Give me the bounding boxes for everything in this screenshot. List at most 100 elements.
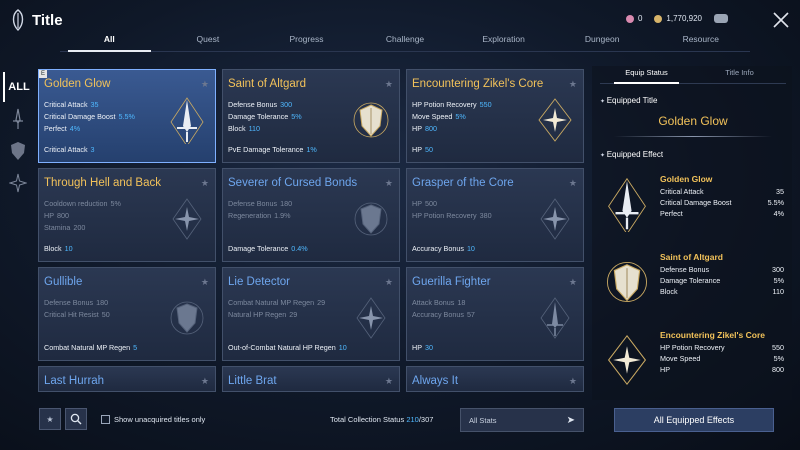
title-card-name: Saint of Altgard: [228, 78, 306, 90]
card-bonus-label: Combat Natural MP Regen: [44, 343, 131, 352]
favorite-star-icon[interactable]: ★: [385, 79, 393, 90]
tab-title-info[interactable]: Title Info: [693, 68, 786, 83]
effect-stat-value: 5%: [773, 354, 784, 363]
card-stat-value: 5%: [455, 112, 466, 121]
effect-stat-value: 110: [772, 287, 784, 296]
card-bonus-label: Block: [44, 244, 62, 253]
tab-exploration[interactable]: Exploration: [454, 30, 553, 51]
equipped-effect-row: Critical Attack 35: [660, 187, 784, 196]
filter-rail: ALL: [0, 66, 34, 206]
title-card[interactable]: Lie Detector ★ Combat Natural MP Regen 29 Na…: [222, 267, 400, 361]
tab-all[interactable]: All: [60, 30, 159, 52]
all-equipped-effects-button[interactable]: All Equipped Effects: [614, 408, 774, 432]
favorite-star-icon[interactable]: ★: [201, 178, 209, 189]
favorite-star-icon[interactable]: ★: [569, 376, 577, 387]
card-stat-label: Damage Tolerance: [228, 112, 289, 121]
card-bonus-value: 0.4%: [291, 244, 308, 253]
title-card[interactable]: Encountering Zikel's Core ★ HP Potion Reco…: [406, 69, 584, 163]
card-stat: Damage Tolerance 5%: [228, 112, 302, 121]
card-bonus-label: HP: [412, 145, 422, 154]
card-bonus-value: 10: [338, 343, 347, 352]
card-stat-label: HP: [44, 211, 54, 220]
close-icon[interactable]: [771, 10, 791, 30]
card-bonus-value: 10: [466, 244, 475, 253]
title-card[interactable]: Severer of Cursed Bonds ★ Defense Bonus 180…: [222, 168, 400, 262]
title-card[interactable]: Grasper of the Core ★ HP 500 HP Potion Recov…: [406, 168, 584, 262]
favorite-star-icon[interactable]: ★: [201, 277, 209, 288]
title-card[interactable]: Last Hurrah ★: [38, 366, 216, 392]
star-burst-icon: [9, 173, 27, 193]
rail-sword-filter[interactable]: [3, 104, 33, 134]
tab-equip-status[interactable]: Equip Status: [600, 68, 693, 84]
card-stat-value: 50: [101, 310, 110, 319]
card-bonus-value: 50: [425, 145, 433, 154]
title-card-name: Grasper of the Core: [412, 177, 514, 189]
card-stat-value: 300: [280, 100, 293, 109]
card-stat-value: 5%: [291, 112, 302, 121]
inventory-icon[interactable]: [714, 14, 728, 23]
favorite-filter-button[interactable]: ★: [39, 408, 61, 430]
card-stat: Regeneration 1.9%: [228, 211, 291, 220]
search-button[interactable]: [65, 408, 87, 430]
tab-resource[interactable]: Resource: [651, 30, 750, 51]
equipped-effect-block: Golden Glow Critical Attack 35 Critical Dam…: [600, 174, 790, 254]
card-stat-value: 4%: [69, 124, 81, 133]
tab-challenge[interactable]: Challenge: [356, 30, 455, 51]
card-stat-value: 5.5%: [118, 112, 135, 121]
rail-all[interactable]: ALL: [3, 72, 33, 102]
tab-quest[interactable]: Quest: [159, 30, 258, 51]
card-bonus-stat: HP 50: [412, 145, 433, 154]
title-card[interactable]: Saint of Altgard ★ Defense Bonus 300 Damage …: [222, 69, 400, 163]
card-stat: HP Potion Recovery 380: [412, 211, 492, 220]
title-card-name: Encountering Zikel's Core: [412, 78, 544, 90]
favorite-star-icon[interactable]: ★: [201, 79, 209, 90]
card-stat-label: Critical Damage Boost: [44, 112, 116, 121]
card-stat: Attack Bonus 18: [412, 298, 465, 307]
favorite-star-icon[interactable]: ★: [569, 178, 577, 189]
collection-status: Total Collection Status 210/307: [330, 415, 433, 424]
title-card-name: Severer of Cursed Bonds: [228, 177, 358, 189]
card-bonus-value: 1%: [306, 145, 317, 154]
card-stat-label: HP Potion Recovery: [412, 100, 477, 109]
card-stat: Accuracy Bonus 57: [412, 310, 475, 319]
title-card[interactable]: Little Brat ★: [222, 366, 400, 392]
card-stat: Defense Bonus 180: [228, 199, 292, 208]
stats-dropdown[interactable]: All Stats ➤: [460, 408, 584, 432]
favorite-star-icon[interactable]: ★: [385, 376, 393, 387]
favorite-star-icon[interactable]: ★: [385, 178, 393, 189]
rail-star-filter[interactable]: [3, 168, 33, 198]
title-card[interactable]: Always It ★: [406, 366, 584, 392]
title-card[interactable]: Guerilla Fighter ★ Attack Bonus 18 Accuracy …: [406, 267, 584, 361]
card-stat: Defense Bonus 180: [44, 298, 108, 307]
card-stat-label: Defense Bonus: [44, 298, 94, 307]
title-card[interactable]: Through Hell and Back ★ Cooldown reduction…: [38, 168, 216, 262]
chevron-right-icon: ➤: [566, 414, 575, 426]
favorite-star-icon[interactable]: ★: [569, 277, 577, 288]
equipped-effect-name: Saint of Altgard: [660, 252, 723, 262]
title-card[interactable]: E Golden Glow ★ Critical Attack 35 Critical D…: [38, 69, 216, 163]
title-card-name: Little Brat: [228, 375, 277, 387]
favorite-star-icon[interactable]: ★: [385, 277, 393, 288]
card-stat: Move Speed 5%: [412, 112, 466, 121]
card-stat: Defense Bonus 300: [228, 100, 292, 109]
title-card-name: Lie Detector: [228, 276, 291, 288]
card-stat-label: Natural HP Regen: [228, 310, 287, 319]
card-stat: Critical Damage Boost 5.5%: [44, 112, 135, 121]
equipped-effect-name: Encountering Zikel's Core: [660, 330, 765, 340]
title-card[interactable]: Gullible ★ Defense Bonus 180 Critical Hit Re…: [38, 267, 216, 361]
effect-stat-label: Block: [660, 287, 678, 296]
rail-shield-filter[interactable]: [3, 136, 33, 166]
gem-icon: [625, 14, 634, 23]
sword-emblem-icon: [608, 177, 646, 232]
favorite-star-icon[interactable]: ★: [569, 79, 577, 90]
favorite-star-icon[interactable]: ★: [201, 376, 209, 387]
tab-dungeon[interactable]: Dungeon: [553, 30, 652, 51]
effect-stat-label: Move Speed: [660, 354, 701, 363]
core-emblem-icon: [172, 198, 202, 240]
shield-icon: [11, 142, 25, 160]
card-stat-label: Defense Bonus: [228, 199, 278, 208]
tab-progress[interactable]: Progress: [257, 30, 356, 51]
unacquired-checkbox[interactable]: [101, 415, 110, 424]
effect-stat-label: Perfect: [660, 209, 683, 218]
page-title: Title: [32, 12, 63, 29]
